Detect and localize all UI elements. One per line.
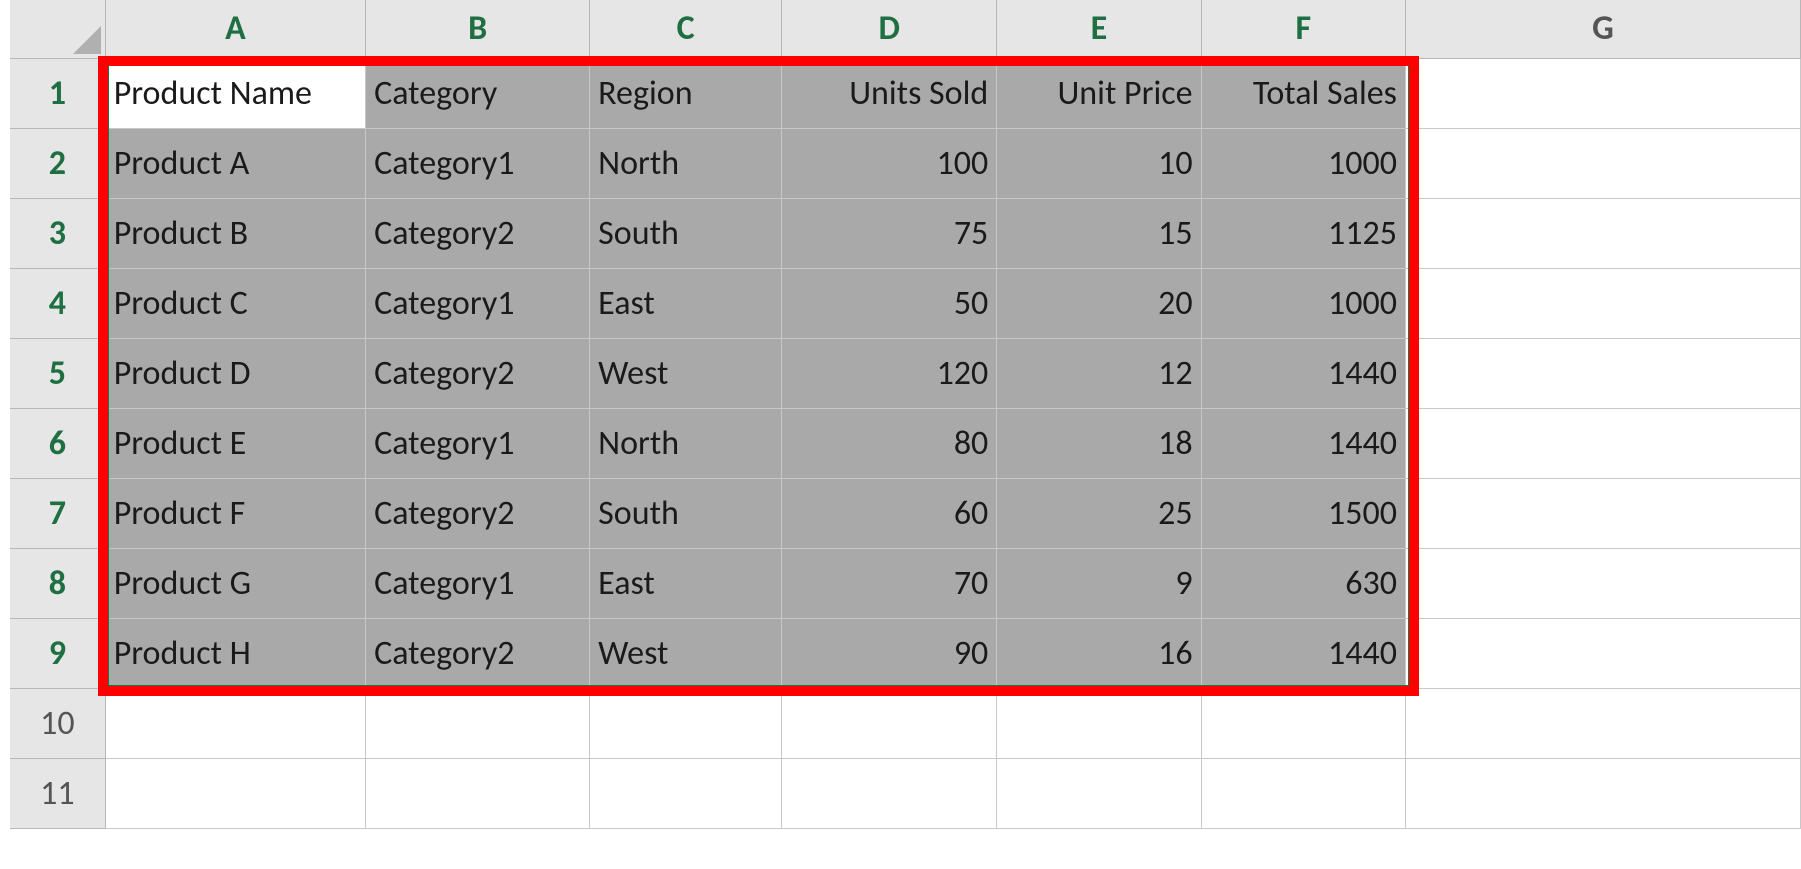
select-all-triangle-icon	[73, 26, 101, 54]
cell-F1[interactable]: Total Sales	[1201, 58, 1405, 128]
column-header-E[interactable]: E	[997, 0, 1201, 58]
cell-G6[interactable]	[1405, 408, 1800, 478]
cell-D9[interactable]: 90	[782, 618, 997, 688]
cell-C6[interactable]: North	[590, 408, 782, 478]
cell-A9[interactable]: Product H	[105, 618, 365, 688]
row-header-11[interactable]: 11	[10, 758, 105, 828]
row-header-8[interactable]: 8	[10, 548, 105, 618]
cell-C3[interactable]: South	[590, 198, 782, 268]
cell-E10[interactable]	[997, 688, 1201, 758]
cell-G3[interactable]	[1405, 198, 1800, 268]
cell-B4[interactable]: Category1	[366, 268, 590, 338]
cell-D5[interactable]: 120	[782, 338, 997, 408]
cell-C8[interactable]: East	[590, 548, 782, 618]
cell-F10[interactable]	[1201, 688, 1405, 758]
row-header-3[interactable]: 3	[10, 198, 105, 268]
row-header-10[interactable]: 10	[10, 688, 105, 758]
cell-G9[interactable]	[1405, 618, 1800, 688]
cell-A4[interactable]: Product C	[105, 268, 365, 338]
cell-B10[interactable]	[366, 688, 590, 758]
column-header-B[interactable]: B	[366, 0, 590, 58]
cell-E9[interactable]: 16	[997, 618, 1201, 688]
cell-A1[interactable]: Product Name	[105, 58, 365, 128]
column-header-D[interactable]: D	[782, 0, 997, 58]
row-header-9[interactable]: 9	[10, 618, 105, 688]
cell-D3[interactable]: 75	[782, 198, 997, 268]
cell-B3[interactable]: Category2	[366, 198, 590, 268]
cell-B5[interactable]: Category2	[366, 338, 590, 408]
cell-A7[interactable]: Product F	[105, 478, 365, 548]
cell-C2[interactable]: North	[590, 128, 782, 198]
cell-A6[interactable]: Product E	[105, 408, 365, 478]
cell-D6[interactable]: 80	[782, 408, 997, 478]
cell-G11[interactable]	[1405, 758, 1800, 828]
cell-A10[interactable]	[105, 688, 365, 758]
cell-G2[interactable]	[1405, 128, 1800, 198]
cell-E11[interactable]	[997, 758, 1201, 828]
column-header-A[interactable]: A	[105, 0, 365, 58]
cell-C4[interactable]: East	[590, 268, 782, 338]
cell-F8[interactable]: 630	[1201, 548, 1405, 618]
cell-D10[interactable]	[782, 688, 997, 758]
cell-B6[interactable]: Category1	[366, 408, 590, 478]
cell-E2[interactable]: 10	[997, 128, 1201, 198]
cell-A8[interactable]: Product G	[105, 548, 365, 618]
cell-B8[interactable]: Category1	[366, 548, 590, 618]
cell-B2[interactable]: Category1	[366, 128, 590, 198]
cell-G7[interactable]	[1405, 478, 1800, 548]
cell-A2[interactable]: Product A	[105, 128, 365, 198]
row-header-1[interactable]: 1	[10, 58, 105, 128]
cell-E7[interactable]: 25	[997, 478, 1201, 548]
cell-C10[interactable]	[590, 688, 782, 758]
cell-G10[interactable]	[1405, 688, 1800, 758]
cell-D7[interactable]: 60	[782, 478, 997, 548]
cell-G5[interactable]	[1405, 338, 1800, 408]
cell-A3[interactable]: Product B	[105, 198, 365, 268]
cell-E6[interactable]: 18	[997, 408, 1201, 478]
cell-F7[interactable]: 1500	[1201, 478, 1405, 548]
cell-E1[interactable]: Unit Price	[997, 58, 1201, 128]
cell-F11[interactable]	[1201, 758, 1405, 828]
column-header-C[interactable]: C	[590, 0, 782, 58]
cell-A11[interactable]	[105, 758, 365, 828]
cell-C11[interactable]	[590, 758, 782, 828]
cell-F9[interactable]: 1440	[1201, 618, 1405, 688]
cell-F2[interactable]: 1000	[1201, 128, 1405, 198]
cell-D11[interactable]	[782, 758, 997, 828]
cell-G8[interactable]	[1405, 548, 1800, 618]
row-header-4[interactable]: 4	[10, 268, 105, 338]
cell-C5[interactable]: West	[590, 338, 782, 408]
spreadsheet-grid[interactable]: A B C D E F G 1 Product Name Category Re…	[10, 0, 1801, 829]
row-header-2[interactable]: 2	[10, 128, 105, 198]
row-header-5[interactable]: 5	[10, 338, 105, 408]
column-header-G[interactable]: G	[1405, 0, 1800, 58]
cell-B11[interactable]	[366, 758, 590, 828]
cell-D8[interactable]: 70	[782, 548, 997, 618]
cell-D4[interactable]: 50	[782, 268, 997, 338]
cell-A5[interactable]: Product D	[105, 338, 365, 408]
cell-B7[interactable]: Category2	[366, 478, 590, 548]
cell-B1[interactable]: Category	[366, 58, 590, 128]
cell-D1[interactable]: Units Sold	[782, 58, 997, 128]
cell-F4[interactable]: 1000	[1201, 268, 1405, 338]
cell-F3[interactable]: 1125	[1201, 198, 1405, 268]
cell-C7[interactable]: South	[590, 478, 782, 548]
cell-E5[interactable]: 12	[997, 338, 1201, 408]
cell-G4[interactable]	[1405, 268, 1800, 338]
select-all-corner[interactable]	[10, 0, 105, 58]
cell-B9[interactable]: Category2	[366, 618, 590, 688]
cell-E8[interactable]: 9	[997, 548, 1201, 618]
cell-F6[interactable]: 1440	[1201, 408, 1405, 478]
cell-G1[interactable]	[1405, 58, 1800, 128]
row-header-6[interactable]: 6	[10, 408, 105, 478]
cell-F5[interactable]: 1440	[1201, 338, 1405, 408]
row-header-7[interactable]: 7	[10, 478, 105, 548]
cell-C1[interactable]: Region	[590, 58, 782, 128]
cell-E3[interactable]: 15	[997, 198, 1201, 268]
cell-D2[interactable]: 100	[782, 128, 997, 198]
column-header-F[interactable]: F	[1201, 0, 1405, 58]
cell-C9[interactable]: West	[590, 618, 782, 688]
cell-E4[interactable]: 20	[997, 268, 1201, 338]
